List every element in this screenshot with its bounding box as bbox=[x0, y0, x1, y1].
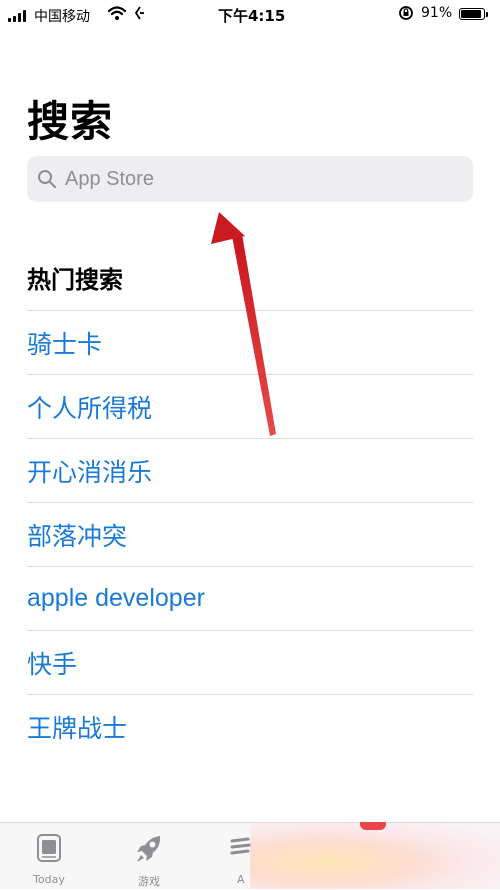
trending-item[interactable]: 开心消消乐 bbox=[27, 438, 473, 502]
carrier-name: 中国移动 bbox=[34, 9, 90, 25]
search-bar[interactable] bbox=[27, 156, 473, 202]
search-icon bbox=[37, 169, 57, 193]
trending-item[interactable]: apple developer bbox=[27, 566, 473, 630]
tab-label: Today bbox=[33, 873, 65, 886]
trending-item[interactable]: 王牌战士 bbox=[27, 694, 473, 758]
today-icon bbox=[36, 833, 62, 867]
trending-item[interactable]: 骑士卡 bbox=[27, 310, 473, 374]
rocket-icon bbox=[134, 833, 164, 869]
trending-item[interactable]: 部落冲突 bbox=[27, 502, 473, 566]
status-bar: 中国移动 下午4:15 91% bbox=[0, 0, 500, 30]
tab-today[interactable]: Today bbox=[14, 823, 84, 890]
trending-item[interactable]: 快手 bbox=[27, 630, 473, 694]
trending-item[interactable]: 个人所得税 bbox=[27, 374, 473, 438]
status-time: 下午4:15 bbox=[218, 7, 286, 25]
tab-label: 游戏 bbox=[138, 875, 160, 888]
wifi-icon bbox=[108, 6, 126, 20]
battery-percent: 91% bbox=[421, 5, 453, 21]
watermark bbox=[250, 822, 500, 889]
cellular-signal-icon bbox=[8, 10, 30, 22]
watermark-badge bbox=[360, 822, 386, 830]
tab-games[interactable]: 游戏 bbox=[114, 823, 184, 890]
orientation-lock-icon bbox=[398, 5, 414, 21]
location-arrow-icon bbox=[133, 5, 147, 21]
trending-list: 骑士卡 个人所得税 开心消消乐 部落冲突 apple developer 快手 … bbox=[27, 310, 473, 758]
trending-title: 热门搜索 bbox=[27, 266, 123, 294]
search-input[interactable] bbox=[65, 156, 455, 202]
battery-icon bbox=[459, 8, 488, 20]
page-title: 搜索 bbox=[27, 97, 114, 146]
